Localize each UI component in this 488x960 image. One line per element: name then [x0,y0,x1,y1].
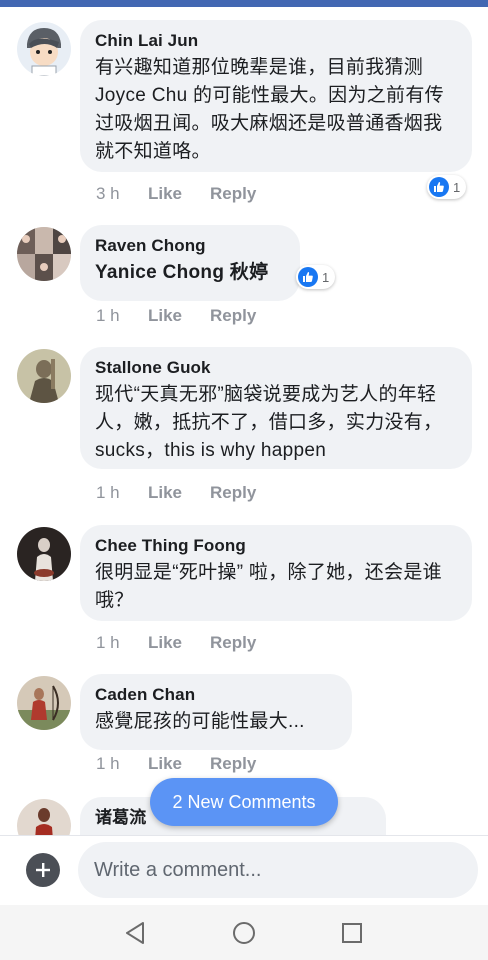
comment-author[interactable]: Chee Thing Foong [95,535,456,557]
comment-author[interactable]: Chin Lai Jun [95,30,456,52]
comment-time[interactable]: 1 h [96,483,148,503]
comment-text: 有兴趣知道那位晚辈是谁，目前我猜测 Joyce Chu 的可能性最大。因为之前有… [95,57,444,162]
avatar[interactable] [17,676,71,730]
reaction-count: 1 [322,269,330,285]
android-navigation-bar [0,905,488,960]
like-button[interactable]: Like [148,633,210,653]
like-button[interactable]: Like [148,483,210,503]
comment-author[interactable]: Caden Chan [95,684,336,706]
top-bar [0,0,488,7]
reply-button[interactable]: Reply [210,306,256,326]
comment-item: Chee Thing Foong 很明显是“死叶操” 啦，除了她，还会是谁哦？ … [0,525,488,655]
comment-composer [0,835,488,905]
reply-button[interactable]: Reply [210,633,256,653]
avatar[interactable] [17,527,71,581]
comment-bubble: Stallone Guok 现代“天真无邪”脑袋说要成为艺人的年轻人，嫩，抵抗不… [80,347,472,469]
comment-item: Raven Chong Yanice Chong 秋婷 1 h Like Rep… [0,225,488,335]
comment-text: 现代“天真无邪”脑袋说要成为艺人的年轻人，嫩，抵抗不了，借口多，实力没有，suc… [95,384,443,461]
reply-button[interactable]: Reply [210,184,256,204]
avatar[interactable] [17,799,71,835]
comment-author[interactable]: Stallone Guok [95,357,456,379]
home-circle-icon[interactable] [230,919,258,947]
comment-time[interactable]: 3 h [96,184,148,204]
comment-bubble: Chee Thing Foong 很明显是“死叶操” 啦，除了她，还会是谁哦？ [80,525,472,621]
plus-icon [36,863,50,877]
like-button[interactable]: Like [148,754,210,774]
avatar[interactable] [17,22,71,76]
comments-feed[interactable]: Chin Lai Jun 有兴趣知道那位晚辈是谁，目前我猜测 Joyce Chu… [0,7,488,835]
reaction-badge[interactable]: 1 [296,265,336,289]
comment-item: Chin Lai Jun 有兴趣知道那位晚辈是谁，目前我猜测 Joyce Chu… [0,20,488,210]
reply-button[interactable]: Reply [210,483,256,503]
reply-button[interactable]: Reply [210,754,256,774]
like-button[interactable]: Like [148,306,210,326]
comment-bubble: Caden Chan 感覺屁孩的可能性最大... [80,674,352,750]
comment-item: Stallone Guok 现代“天真无邪”脑袋说要成为艺人的年轻人，嫩，抵抗不… [0,347,488,507]
comment-bubble: Chin Lai Jun 有兴趣知道那位晚辈是谁，目前我猜测 Joyce Chu… [80,20,472,172]
reaction-badge[interactable]: 1 [427,175,467,199]
new-comments-button[interactable]: 2 New Comments [150,778,338,826]
recents-square-icon[interactable] [338,919,366,947]
back-triangle-icon[interactable] [121,919,149,947]
add-attachment-button[interactable] [26,853,60,887]
comment-text: 感覺屁孩的可能性最大... [95,711,305,732]
avatar[interactable] [17,227,71,281]
like-button[interactable]: Like [148,184,210,204]
comment-text: Yanice Chong 秋婷 [95,262,269,283]
comment-input[interactable] [78,842,478,898]
comment-text: 很明显是“死叶操” 啦，除了她，还会是谁哦？ [95,562,442,611]
comment-bubble: Raven Chong Yanice Chong 秋婷 [80,225,300,301]
avatar[interactable] [17,349,71,403]
like-reaction-icon [429,177,449,197]
comment-meta: 3 h Like Reply [96,184,256,204]
reaction-count: 1 [453,179,461,195]
comment-meta: 1 h Like Reply [96,306,256,326]
comment-time[interactable]: 1 h [96,306,148,326]
like-reaction-icon [298,267,318,287]
comment-meta: 1 h Like Reply [96,633,256,653]
comment-author[interactable]: Raven Chong [95,235,284,257]
comment-time[interactable]: 1 h [96,633,148,653]
comment-meta: 1 h Like Reply [96,483,256,503]
comment-item: Caden Chan 感覺屁孩的可能性最大... 1 h Like Reply [0,674,488,784]
comment-time[interactable]: 1 h [96,754,148,774]
comment-meta: 1 h Like Reply [96,754,256,774]
